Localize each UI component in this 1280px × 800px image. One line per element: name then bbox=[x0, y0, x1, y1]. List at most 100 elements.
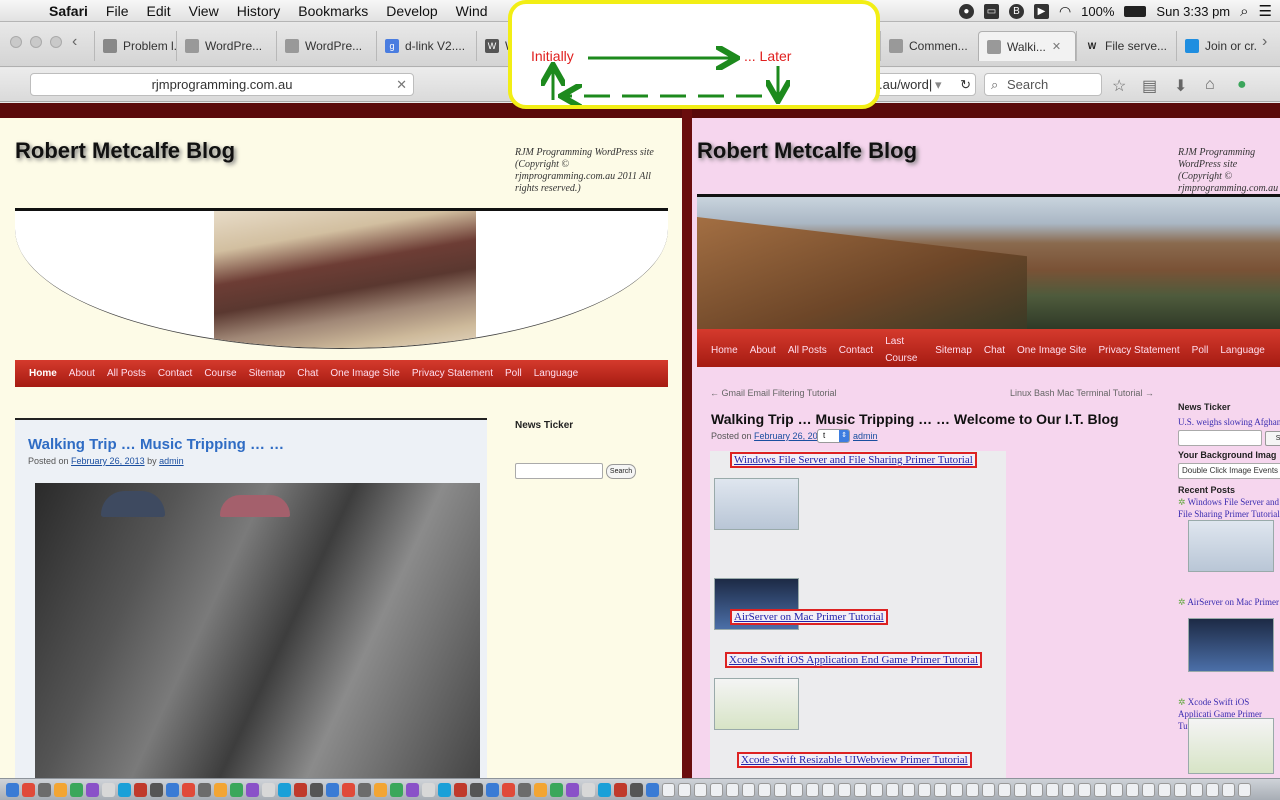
dock-app-icon[interactable] bbox=[630, 782, 643, 797]
download-icon[interactable]: ⬇ bbox=[1174, 76, 1187, 96]
home-icon[interactable]: ⌂ bbox=[1205, 76, 1215, 94]
dock-app-icon[interactable] bbox=[390, 782, 403, 797]
dock-app-icon[interactable] bbox=[1190, 782, 1203, 797]
left-url-field[interactable]: rjmprogramming.com.au ✕ bbox=[30, 73, 414, 96]
dock-app-icon[interactable] bbox=[518, 782, 531, 797]
thumbnail-xcode-end-game[interactable] bbox=[714, 678, 799, 730]
nav-last-course[interactable]: Last Course bbox=[879, 333, 929, 367]
dock-app-icon[interactable] bbox=[374, 782, 387, 797]
tab-close-icon[interactable]: ✕ bbox=[1052, 40, 1061, 53]
dock-app-icon[interactable] bbox=[246, 782, 259, 797]
menu-history[interactable]: History bbox=[228, 3, 290, 19]
sidebar-search-button[interactable]: Search bbox=[606, 464, 636, 479]
dock-app-icon[interactable] bbox=[230, 782, 243, 797]
menu-develop[interactable]: Develop bbox=[377, 3, 446, 19]
dock-app-icon[interactable] bbox=[454, 782, 467, 797]
post-link-windows-file-server[interactable]: Windows File Server and File Sharing Pri… bbox=[730, 452, 977, 468]
dock-app-icon[interactable] bbox=[198, 782, 211, 797]
dock-app-icon[interactable] bbox=[854, 782, 867, 797]
dock-app-icon[interactable] bbox=[902, 782, 915, 797]
dock-app-icon[interactable] bbox=[534, 782, 547, 797]
notification-center-icon[interactable]: ☰ bbox=[1259, 2, 1272, 20]
dock-app-icon[interactable] bbox=[710, 782, 723, 797]
dock-app-icon[interactable] bbox=[1142, 782, 1155, 797]
dock-app-icon[interactable] bbox=[934, 782, 947, 797]
menu-bookmarks[interactable]: Bookmarks bbox=[289, 3, 377, 19]
dock-app-icon[interactable] bbox=[294, 782, 307, 797]
dock-app-icon[interactable] bbox=[950, 782, 963, 797]
nav-course[interactable]: Course bbox=[198, 368, 242, 379]
nav-about[interactable]: About bbox=[63, 368, 101, 379]
tab-file-server[interactable]: W File serve... bbox=[1076, 31, 1176, 61]
dock-app-icon[interactable] bbox=[1078, 782, 1091, 797]
nav-home[interactable]: Home bbox=[23, 368, 63, 379]
nav-about[interactable]: About bbox=[744, 342, 782, 359]
dock-app-icon[interactable] bbox=[790, 782, 803, 797]
nav-chat[interactable]: Chat bbox=[978, 342, 1011, 359]
dock-app-icon[interactable] bbox=[486, 782, 499, 797]
clock[interactable]: Sun 3:33 pm bbox=[1156, 4, 1230, 19]
nav-chat[interactable]: Chat bbox=[291, 368, 324, 379]
dock-app-icon[interactable] bbox=[1110, 782, 1123, 797]
menu-view[interactable]: View bbox=[180, 3, 228, 19]
dock-app-icon[interactable] bbox=[566, 782, 579, 797]
nav-one-image-site[interactable]: One Image Site bbox=[324, 368, 405, 379]
dock-app-icon[interactable] bbox=[262, 782, 275, 797]
nav-all-posts[interactable]: All Posts bbox=[782, 342, 833, 359]
dock-app-icon[interactable] bbox=[150, 782, 163, 797]
dock-app-icon[interactable] bbox=[182, 782, 195, 797]
close-window-button[interactable] bbox=[10, 36, 22, 48]
dock-app-icon[interactable] bbox=[502, 782, 515, 797]
tab-wordpress-3[interactable]: W W bbox=[476, 31, 510, 61]
tab-wordpress-1[interactable]: WordPre... bbox=[176, 31, 276, 61]
sidebar-search-input[interactable] bbox=[1178, 430, 1262, 446]
dock-app-icon[interactable] bbox=[646, 782, 659, 797]
rainy-street-photo[interactable] bbox=[35, 483, 480, 778]
post-link-xcode-end-game[interactable]: Xcode Swift iOS Application End Game Pri… bbox=[725, 652, 983, 668]
recent-post-windows-file-server[interactable]: ✲ Windows File Server and File Sharing P… bbox=[1178, 496, 1280, 520]
reload-icon[interactable]: ↻ bbox=[960, 74, 971, 95]
menu-window[interactable]: Wind bbox=[447, 3, 497, 19]
dock-app-icon[interactable] bbox=[982, 782, 995, 797]
nav-one-image-site[interactable]: One Image Site bbox=[1011, 342, 1092, 359]
tab-scroll-right-icon[interactable]: › bbox=[1262, 33, 1267, 51]
search-field[interactable]: ⌕ Search bbox=[984, 73, 1102, 96]
thumbnail-windows-file-server[interactable] bbox=[714, 478, 799, 530]
dock-app-icon[interactable] bbox=[358, 782, 371, 797]
dock-app-icon[interactable] bbox=[774, 782, 787, 797]
recent-thumbnail-windows[interactable] bbox=[1188, 520, 1274, 572]
tab-comments[interactable]: Commen... bbox=[880, 31, 978, 61]
dock-app-icon[interactable] bbox=[886, 782, 899, 797]
dock-app-icon[interactable] bbox=[742, 782, 755, 797]
star-icon[interactable]: ☆ bbox=[1112, 76, 1126, 96]
tab-wordpress-2[interactable]: WordPre... bbox=[276, 31, 376, 61]
post-link-airserver[interactable]: AirServer on Mac Primer Tutorial bbox=[730, 609, 888, 625]
dock-app-icon[interactable] bbox=[998, 782, 1011, 797]
dock-app-icon[interactable] bbox=[582, 782, 595, 797]
blog-title[interactable]: Robert Metcalfe Blog bbox=[697, 138, 917, 164]
dock-app-icon[interactable] bbox=[38, 782, 51, 797]
dock-app-icon[interactable] bbox=[278, 782, 291, 797]
dock-app-icon[interactable] bbox=[118, 782, 131, 797]
background-image-select[interactable]: Double Click Image Events bbox=[1178, 463, 1280, 479]
reader-dropdown-icon[interactable]: ▾ bbox=[935, 74, 942, 95]
author-link[interactable]: admin bbox=[853, 431, 878, 441]
dock-app-icon[interactable] bbox=[1222, 782, 1235, 797]
nav-poll[interactable]: Poll bbox=[1186, 342, 1215, 359]
nav-language[interactable]: Language bbox=[528, 368, 585, 379]
dock-app-icon[interactable] bbox=[6, 782, 19, 797]
nav-privacy[interactable]: Privacy Statement bbox=[1093, 342, 1186, 359]
nav-privacy[interactable]: Privacy Statement bbox=[406, 368, 499, 379]
nav-poll[interactable]: Poll bbox=[499, 368, 528, 379]
dock-app-icon[interactable] bbox=[598, 782, 611, 797]
dock-app-icon[interactable] bbox=[134, 782, 147, 797]
dock-app-icon[interactable] bbox=[54, 782, 67, 797]
tab-dlink[interactable]: g d-link V2.... bbox=[376, 31, 476, 61]
dock-app-icon[interactable] bbox=[678, 782, 691, 797]
dock-app-icon[interactable] bbox=[86, 782, 99, 797]
dock-app-icon[interactable] bbox=[438, 782, 451, 797]
dock-app-icon[interactable] bbox=[918, 782, 931, 797]
dock-app-icon[interactable] bbox=[1158, 782, 1171, 797]
menu-edit[interactable]: Edit bbox=[137, 3, 179, 19]
post-link-xcode-uiwebview[interactable]: Xcode Swift Resizable UIWebview Primer T… bbox=[737, 752, 972, 768]
